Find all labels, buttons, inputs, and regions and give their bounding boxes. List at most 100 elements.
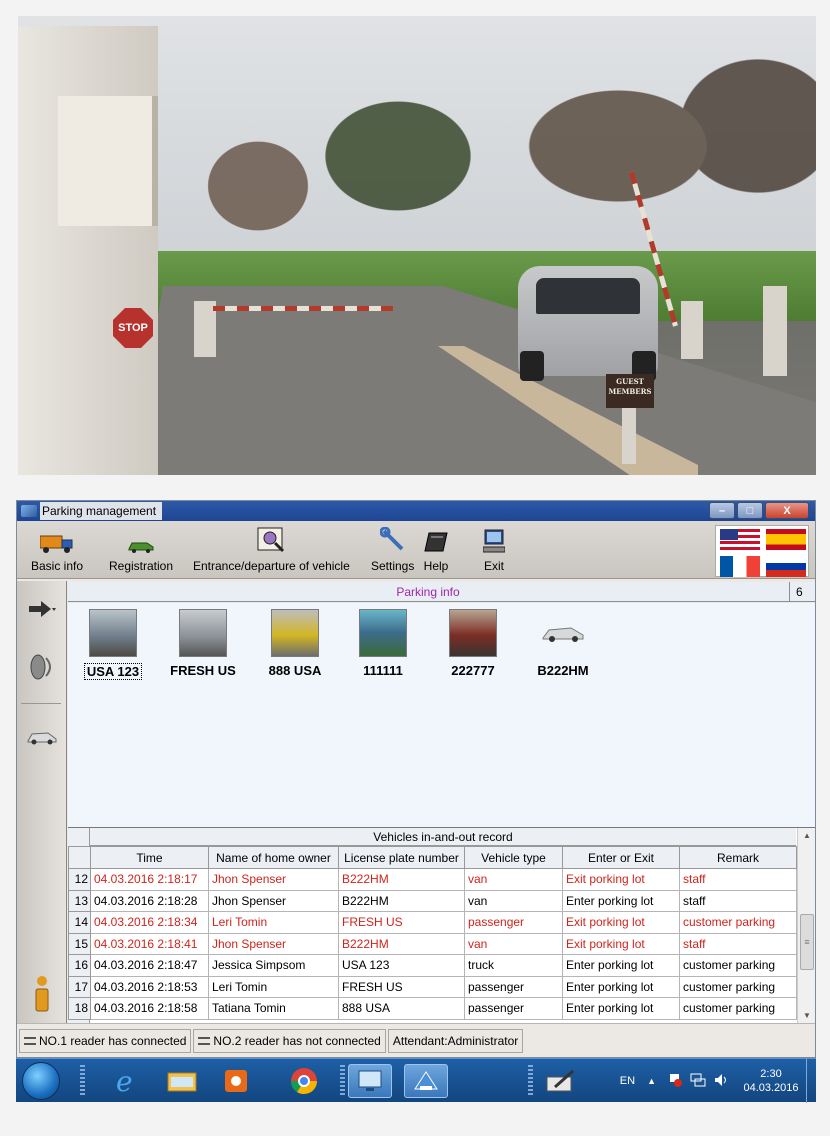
vehicle-thumbnail: [449, 609, 497, 657]
stop-sign: STOP: [113, 308, 153, 348]
scroll-up-icon[interactable]: ▲: [798, 828, 816, 844]
info-icon[interactable]: [17, 975, 67, 1015]
fr-flag[interactable]: [720, 556, 760, 577]
vehicle-tile[interactable]: 888 USA: [252, 609, 338, 678]
record-scrollbar[interactable]: ▲ ≡ ▼: [797, 828, 815, 1024]
scan-icon: [256, 527, 286, 553]
table-row[interactable]: 15 04.03.2016 2:18:41 Jhon Spenser B222H…: [68, 932, 797, 955]
column-header-type[interactable]: Vehicle type: [464, 846, 563, 869]
us-flag[interactable]: [720, 529, 760, 550]
cell-type: passenger: [464, 997, 563, 1020]
ticket-reader-post: [763, 286, 787, 376]
ru-flag[interactable]: [766, 556, 806, 577]
volume-icon[interactable]: [714, 1073, 730, 1090]
cell-plate: USA 123: [338, 954, 465, 977]
chrome-icon[interactable]: [282, 1064, 326, 1098]
parked-count: 6: [789, 582, 815, 602]
start-button[interactable]: [22, 1062, 60, 1100]
minimize-button[interactable]: –: [709, 502, 735, 519]
table-row[interactable]: 16 04.03.2016 2:18:47 Jessica Simpsom US…: [68, 954, 797, 977]
taskbar-grip: [528, 1065, 533, 1097]
cell-owner: Leri Tomin: [208, 911, 339, 934]
vehicle-tile[interactable]: 222777: [430, 609, 516, 678]
clock[interactable]: 2:30 04.03.2016: [740, 1067, 802, 1095]
vehicle-tile[interactable]: USA 123: [70, 609, 156, 680]
system-tray: EN ▲ 2:30 04.03.2016: [620, 1059, 816, 1103]
barrier-post-right: [681, 301, 703, 359]
settings-button[interactable]: Settings: [371, 527, 414, 573]
row-number: 18: [68, 997, 91, 1020]
guard-booth-window: [58, 96, 158, 226]
car-side-icon[interactable]: [17, 727, 67, 747]
title-bar[interactable]: Parking management – □ X: [17, 501, 815, 521]
cell-time: 04.03.2016 2:18:53: [90, 975, 209, 998]
file-explorer-icon[interactable]: [160, 1064, 204, 1098]
table-row[interactable]: 12 04.03.2016 2:18:17 Jhon Spenser B222H…: [68, 868, 797, 891]
vehicle-tile[interactable]: 111111: [340, 609, 426, 678]
registration-label: Registration: [109, 559, 174, 573]
reader2-status: NO.2 reader has not connected: [193, 1028, 386, 1053]
window-title: Parking management: [40, 502, 163, 520]
column-header-remark[interactable]: Remark: [679, 846, 797, 869]
table-row[interactable]: 14 04.03.2016 2:18:34 Leri Tomin FRESH U…: [68, 911, 797, 934]
action-center-flag-icon[interactable]: [668, 1073, 682, 1090]
parking-app-taskbar-icon[interactable]: [404, 1064, 448, 1098]
remote-desktop-icon[interactable]: [348, 1064, 392, 1098]
es-flag[interactable]: [766, 529, 806, 550]
help-button[interactable]: Help: [423, 527, 449, 573]
scroll-down-icon[interactable]: ▼: [798, 1008, 816, 1024]
exit-button[interactable]: Exit: [483, 527, 505, 573]
column-header-enter-exit[interactable]: Enter or Exit: [562, 846, 680, 869]
cell-type: van: [464, 868, 563, 891]
taskbar-grip: [80, 1065, 85, 1097]
row-number-header: [68, 846, 91, 869]
vehicle-tile[interactable]: B222HM: [520, 609, 606, 678]
table-row[interactable]: 18 04.03.2016 2:18:58 Tatiana Tomin 888 …: [68, 997, 797, 1020]
cell-type: van: [464, 932, 563, 955]
reader2-status-text: NO.2 reader has not connected: [213, 1033, 381, 1048]
column-header-plate[interactable]: License plate number: [338, 846, 465, 869]
show-desktop-button[interactable]: [806, 1059, 816, 1103]
exit-label: Exit: [483, 559, 504, 573]
speaker-icon[interactable]: [17, 649, 67, 685]
language-indicator[interactable]: EN: [620, 1075, 635, 1087]
show-hidden-icons-icon[interactable]: ▲: [647, 1076, 656, 1086]
status-bar: NO.1 reader has connected NO.2 reader ha…: [17, 1023, 815, 1057]
arrow-dropdown-icon[interactable]: [17, 597, 67, 621]
maximize-button[interactable]: □: [737, 502, 763, 519]
table-row[interactable]: 13 04.03.2016 2:18:28 Jhon Spenser B222H…: [68, 889, 797, 912]
record-caption: Vehicles in-and-out record: [90, 828, 796, 846]
cell-time: 04.03.2016 2:18:17: [90, 868, 209, 891]
media-player-icon[interactable]: [214, 1064, 258, 1098]
table-row[interactable]: 17 04.03.2016 2:18:53 Leri Tomin FRESH U…: [68, 975, 797, 998]
cell-time: 04.03.2016 2:18:34: [90, 911, 209, 934]
cell-remark: customer parking: [679, 954, 797, 977]
guest-members-sign: GUEST MEMBERS: [606, 374, 654, 408]
entrance-departure-label: Entrance/departure of vehicle: [193, 559, 350, 573]
cell-remark: customer parking: [679, 997, 797, 1020]
taskbar-grip: [340, 1065, 345, 1097]
scroll-thumb[interactable]: ≡: [800, 914, 814, 970]
network-icon[interactable]: [690, 1073, 706, 1090]
vehicle-plate: USA 123: [83, 663, 143, 680]
close-button[interactable]: X: [765, 502, 809, 519]
pen-tablet-icon[interactable]: [538, 1064, 582, 1098]
cell-type: passenger: [464, 911, 563, 934]
parked-vehicles-panel: USA 123 FRESH US 888 USA 111111 222777 B…: [68, 603, 815, 827]
basic-info-button[interactable]: Basic info: [31, 527, 83, 573]
record-table: Time Name of home owner License plate nu…: [68, 846, 797, 1020]
basic-info-label: Basic info: [31, 559, 84, 573]
car-icon: [127, 527, 155, 553]
parking-info-header: Parking info 6: [68, 582, 815, 602]
row-number: 13: [68, 889, 91, 912]
column-header-owner[interactable]: Name of home owner: [208, 846, 339, 869]
windows-taskbar: e EN ▲ 2:30 04.03.2016: [16, 1058, 816, 1103]
entrance-departure-button[interactable]: Entrance/departure of vehicle: [193, 527, 350, 573]
internet-explorer-icon[interactable]: e: [104, 1064, 148, 1098]
registration-button[interactable]: Registration: [109, 527, 173, 573]
cell-enter-exit: Exit porking lot: [562, 911, 680, 934]
column-header-time[interactable]: Time: [90, 846, 209, 869]
cell-plate: FRESH US: [338, 911, 465, 934]
cell-owner: Leri Tomin: [208, 975, 339, 998]
vehicle-tile[interactable]: FRESH US: [160, 609, 246, 678]
